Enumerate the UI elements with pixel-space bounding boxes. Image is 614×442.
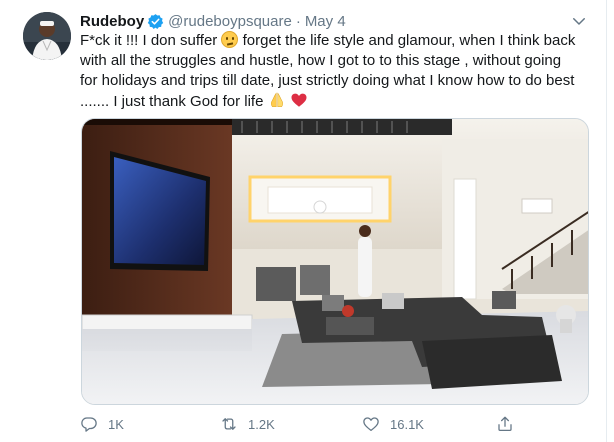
header-separator: · <box>295 12 301 30</box>
tweet-text-line-1b: forget the life style and glamour, when … <box>242 32 576 49</box>
avatar-photo <box>23 12 71 60</box>
author-handle[interactable]: @rudeboypsquare <box>168 13 292 30</box>
pensive-face-emoji-icon <box>221 31 239 48</box>
reply-count: 1K <box>108 416 124 432</box>
author-name[interactable]: Rudeboy <box>80 13 144 30</box>
share-icon <box>498 416 512 432</box>
tweet-text: F*ck it !!! I don suffer forget the life… <box>80 31 600 112</box>
retweet-button[interactable]: 1.2K <box>220 415 362 433</box>
like-button[interactable]: 16.1K <box>362 415 496 433</box>
heart-icon <box>363 417 379 432</box>
tweet-photo[interactable] <box>81 118 589 405</box>
more-options-chevron-icon[interactable] <box>570 12 588 30</box>
retweet-icon <box>222 418 236 430</box>
folded-hands-emoji-icon <box>270 92 283 108</box>
tweet-card[interactable]: Rudeboy @rudeboypsquare · May 4 F*ck it … <box>0 0 607 442</box>
red-heart-emoji-icon <box>291 93 307 107</box>
verified-badge-icon <box>147 13 164 30</box>
avatar[interactable] <box>23 12 71 60</box>
tweet-actions: 1K 1.2K 16.1K <box>80 413 514 435</box>
tweet-text-line-2: with all the struggles and hustle, how I… <box>80 52 562 69</box>
share-button[interactable] <box>496 415 514 433</box>
like-count: 16.1K <box>390 416 424 432</box>
reply-icon <box>81 417 97 432</box>
tweet-text-line-1: F*ck it !!! I don suffer <box>80 32 218 49</box>
living-room-photo <box>82 119 588 404</box>
tweet-date[interactable]: May 4 <box>305 13 346 30</box>
reply-button[interactable]: 1K <box>80 415 220 433</box>
tweet-text-line-4: ....... I just thank God for life <box>80 93 264 110</box>
tweet-header: Rudeboy @rudeboypsquare · May 4 <box>80 11 346 31</box>
tweet-text-line-3: for holidays and trips till date, just s… <box>80 72 575 89</box>
retweet-count: 1.2K <box>248 416 275 432</box>
